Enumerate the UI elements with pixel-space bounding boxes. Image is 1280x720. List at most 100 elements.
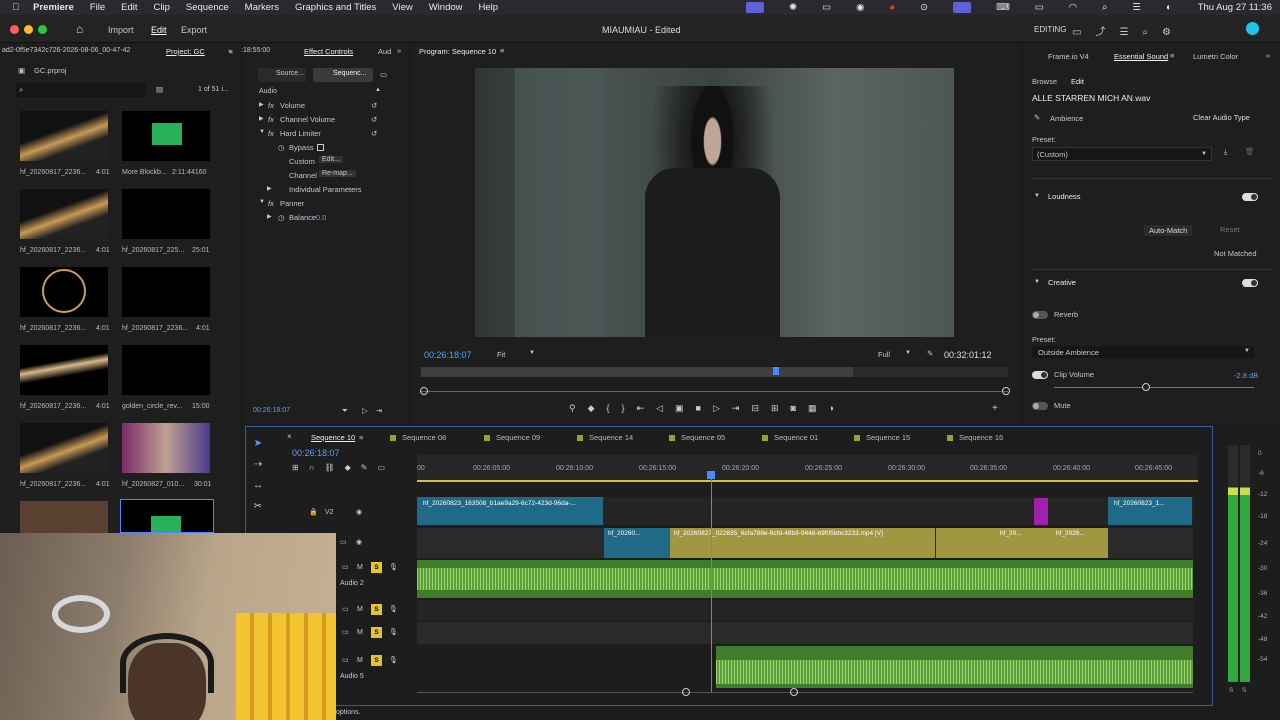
expand-icon[interactable]: ▶ xyxy=(267,185,272,192)
effect-channel-volume[interactable]: Channel Volume xyxy=(280,115,335,124)
track-select-icon[interactable]: ⇢ xyxy=(248,454,268,475)
chevron-down-icon[interactable]: ▼ xyxy=(529,350,535,356)
thumb-11[interactable] xyxy=(120,499,214,533)
lock-icon[interactable]: 🔒 xyxy=(309,508,318,516)
timeline-hscroll[interactable] xyxy=(417,692,1193,693)
effects-timecode[interactable]: 00:26:18:07 xyxy=(253,407,290,414)
close-window-button[interactable] xyxy=(10,25,19,34)
collapse-icon[interactable]: ▼ xyxy=(1034,279,1040,285)
reset-button[interactable]: Reset xyxy=(1220,225,1240,234)
preset-select[interactable]: (Custom) ▼ xyxy=(1032,147,1212,161)
vr-icon[interactable]: ◑ xyxy=(828,403,845,413)
mini-timeline[interactable] xyxy=(421,367,1008,377)
search-input[interactable]: ⌕ xyxy=(16,83,146,97)
expand-icon[interactable]: ▶ xyxy=(267,213,272,220)
stop-icon[interactable]: ■ xyxy=(696,403,713,413)
channel-remap-button[interactable]: Re-map... xyxy=(319,170,356,177)
clip-v1b[interactable]: hf_20260827_022835_6cfa788e-6cfd-48b9-94… xyxy=(670,528,935,558)
thumb-10[interactable] xyxy=(20,501,108,533)
tab-sequence-10[interactable]: Sequence 10 xyxy=(311,433,355,442)
mute-m[interactable]: M xyxy=(357,657,363,664)
film-icon[interactable]: ▭ xyxy=(340,538,347,546)
add-button-icon[interactable]: + xyxy=(992,403,998,414)
camera-icon[interactable]: ◙ xyxy=(791,403,808,413)
mute-toggle[interactable] xyxy=(1032,402,1048,410)
thumb-0[interactable] xyxy=(20,111,108,161)
film-icon[interactable]: ▭ xyxy=(342,563,349,571)
reverb-toggle[interactable] xyxy=(1032,311,1048,319)
menu-clip[interactable]: Clip xyxy=(153,2,169,13)
lift-icon[interactable]: ⚲ xyxy=(569,403,588,413)
thumb-2[interactable] xyxy=(20,189,108,239)
zoom-handle-right[interactable] xyxy=(1002,387,1010,395)
solo-right[interactable]: S xyxy=(1242,687,1246,694)
panel-toggle-icon[interactable]: ▭ xyxy=(380,70,387,79)
tab-import[interactable]: Import xyxy=(108,25,134,35)
bin-icon[interactable]: ▤ xyxy=(156,85,163,94)
control-center-icon[interactable]: ☰ xyxy=(1132,2,1141,13)
audio5-clip[interactable] xyxy=(716,646,1193,688)
playhead-line[interactable] xyxy=(711,474,712,692)
fit-select[interactable]: Fit xyxy=(497,350,505,359)
menu-sequence[interactable]: Sequence xyxy=(186,2,229,13)
mute-m[interactable]: M xyxy=(357,606,363,613)
collapse-icon[interactable]: ▲ xyxy=(375,87,381,93)
marker-icon[interactable]: ◆ xyxy=(345,463,361,472)
reset-icon[interactable]: ↺ xyxy=(371,129,377,138)
wifi-icon[interactable]: ◠ xyxy=(1069,2,1077,13)
custom-edit-button[interactable]: Edit... xyxy=(319,156,343,163)
film-icon[interactable]: ▭ xyxy=(342,656,349,664)
chevrons-icon[interactable]: » xyxy=(1266,51,1270,60)
sun-icon[interactable]: ✺ xyxy=(789,2,797,13)
individual-parameters[interactable]: Individual Parameters xyxy=(289,185,362,194)
source-tab[interactable]: Source... xyxy=(258,68,306,82)
browse-tab[interactable]: Browse xyxy=(1032,77,1057,86)
zoom-bar[interactable] xyxy=(421,391,1008,392)
thumb-1[interactable] xyxy=(122,111,210,161)
filter-icon[interactable]: ⏷ xyxy=(342,406,348,416)
quality-select[interactable]: Full xyxy=(878,350,890,359)
solo-s[interactable]: S xyxy=(371,562,382,573)
clip-volume-value[interactable]: -2.8 dB xyxy=(1234,371,1258,380)
clip-v1d[interactable]: hf_20... xyxy=(996,528,1052,558)
eye-icon[interactable]: ◉ xyxy=(356,538,362,546)
nest-icon[interactable]: ⊞ xyxy=(292,463,309,472)
razor-icon[interactable]: ✂ xyxy=(248,496,268,517)
tab-edit[interactable]: Edit xyxy=(151,25,167,35)
tab-export[interactable]: Export xyxy=(181,25,207,35)
balance-value[interactable]: 0.0 xyxy=(316,213,326,222)
mute-m[interactable]: M xyxy=(357,564,363,571)
thumb-8[interactable] xyxy=(20,423,108,473)
project-title[interactable]: Project: GC xyxy=(166,47,205,56)
clear-audio-type-button[interactable]: Clear Audio Type xyxy=(1193,113,1250,122)
marker-icon[interactable]: ◆ xyxy=(588,403,607,413)
linked-icon[interactable]: ⛓ xyxy=(324,463,344,472)
thumb-3[interactable] xyxy=(122,189,210,239)
edit-tab[interactable]: Edit xyxy=(1071,77,1084,86)
chevrons-icon[interactable]: » xyxy=(397,46,401,55)
bypass-checkbox[interactable] xyxy=(317,144,324,151)
playhead-marker[interactable] xyxy=(707,471,715,479)
apple-icon[interactable]:  xyxy=(12,2,19,13)
playhead-marker[interactable] xyxy=(773,367,779,375)
film-icon[interactable]: ▭ xyxy=(342,628,349,636)
tab-effect-controls[interactable]: Effect Controls xyxy=(304,47,353,56)
nav-left-icon[interactable]: « xyxy=(229,47,233,56)
mark-in-icon[interactable]: { xyxy=(607,403,622,413)
playback-icons[interactable]: ▷⇥ xyxy=(362,406,390,415)
thumb-4[interactable] xyxy=(20,267,108,317)
menu-icon[interactable]: ≡ xyxy=(1170,51,1174,60)
scroll-handle-left[interactable] xyxy=(682,688,690,696)
clip-volume-toggle[interactable] xyxy=(1032,371,1048,379)
scroll-handle-right[interactable] xyxy=(790,688,798,696)
clip-v1a[interactable]: hf_20260... xyxy=(604,528,670,558)
clip-volume-slider[interactable] xyxy=(1054,387,1254,388)
collapse-icon[interactable]: ▼ xyxy=(259,129,265,135)
delete-preset-icon[interactable]: 🗑 xyxy=(1245,147,1255,156)
clip-v2[interactable]: hf_20260823_163508_b1ae9a29-6c72-423d-96… xyxy=(417,497,603,525)
overwrite-icon[interactable]: ⊞ xyxy=(771,403,791,413)
go-out-icon[interactable]: ⇥ xyxy=(732,403,752,413)
menu-file[interactable]: File xyxy=(90,2,105,13)
tab-sequence-01[interactable]: Sequence 01 xyxy=(762,433,818,442)
compare-icon[interactable]: ▦ xyxy=(808,403,829,413)
